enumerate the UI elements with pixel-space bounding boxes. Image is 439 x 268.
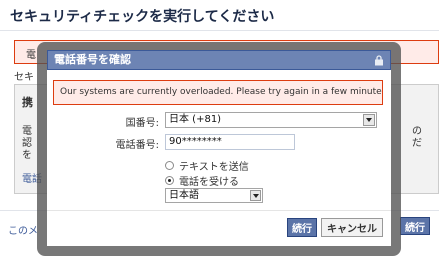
- chevron-down-icon: [363, 114, 375, 126]
- cancel-button[interactable]: キャンセル: [321, 218, 383, 237]
- language-value: 日本語: [169, 190, 199, 201]
- fragment-line: だ: [412, 138, 422, 149]
- body-line: 電: [22, 126, 32, 137]
- dialog-footer-divider: [47, 210, 391, 211]
- background-section-heading: 携: [22, 96, 33, 109]
- background-continue-button[interactable]: 続行: [400, 217, 430, 235]
- radio-option-sms[interactable]: テキストを送信: [165, 158, 249, 173]
- radio-label-call: 電話を受ける: [179, 177, 239, 188]
- background-right-fragment: の だ: [412, 126, 422, 150]
- lock-icon: [375, 55, 383, 66]
- fragment-line: の: [412, 126, 422, 137]
- background-text-fragment: セキ: [14, 72, 34, 83]
- page-title: セキュリティチェックを実行してください: [10, 9, 275, 25]
- dialog-header: 電話番号を確認: [47, 50, 391, 70]
- phone-number-label: 電話番号:: [115, 140, 159, 151]
- phone-verify-dialog: 電話番号を確認 Our systems are currently overlo…: [47, 50, 391, 246]
- radio-label-sms: テキストを送信: [179, 162, 249, 173]
- radio-option-call[interactable]: 電話を受ける: [165, 173, 239, 188]
- title-divider: [0, 30, 439, 31]
- background-section-body: 電 認 を: [22, 126, 32, 162]
- background-footer-link[interactable]: このメ: [8, 222, 38, 237]
- error-message: Our systems are currently overloaded. Pl…: [53, 80, 383, 105]
- country-code-select[interactable]: 日本 (+81): [165, 112, 377, 128]
- body-line: を: [22, 150, 32, 161]
- body-line: 認: [22, 138, 32, 149]
- country-code-label: 国番号:: [125, 118, 159, 129]
- radio-button-checked[interactable]: [165, 176, 174, 185]
- phone-number-input[interactable]: 90********: [165, 134, 295, 150]
- chevron-down-icon: [250, 190, 261, 201]
- background-alert-text: 電: [26, 50, 36, 61]
- dialog-title: 電話番号を確認: [54, 53, 131, 66]
- radio-button[interactable]: [165, 161, 174, 170]
- language-select[interactable]: 日本語: [165, 188, 263, 203]
- country-code-value: 日本 (+81): [169, 114, 222, 125]
- continue-button[interactable]: 続行: [287, 218, 317, 237]
